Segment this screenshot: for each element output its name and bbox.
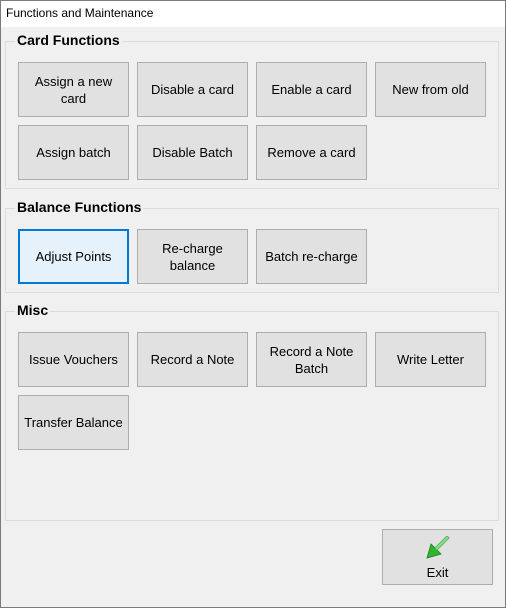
balance-functions-group: Balance Functions Adjust Points Re-charg… bbox=[5, 198, 499, 293]
card-functions-label: Card Functions bbox=[15, 31, 122, 49]
record-note-batch-button[interactable]: Record a Note Batch bbox=[256, 332, 367, 387]
remove-card-button[interactable]: Remove a card bbox=[256, 125, 367, 180]
green-arrow-exit-icon bbox=[425, 536, 450, 559]
assign-batch-button[interactable]: Assign batch bbox=[18, 125, 129, 180]
write-letter-button[interactable]: Write Letter bbox=[375, 332, 486, 387]
assign-new-card-button[interactable]: Assign a new card bbox=[18, 62, 129, 117]
batch-recharge-button[interactable]: Batch re-charge bbox=[256, 229, 367, 284]
record-note-button[interactable]: Record a Note bbox=[137, 332, 248, 387]
window-title: Functions and Maintenance bbox=[1, 1, 505, 27]
misc-label: Misc bbox=[15, 301, 51, 319]
functions-maintenance-window: Functions and Maintenance Card Functions… bbox=[0, 0, 506, 608]
balance-functions-label: Balance Functions bbox=[15, 198, 144, 216]
recharge-balance-button[interactable]: Re-charge balance bbox=[137, 229, 248, 284]
new-from-old-button[interactable]: New from old bbox=[375, 62, 486, 117]
exit-label: Exit bbox=[426, 565, 449, 580]
disable-card-button[interactable]: Disable a card bbox=[137, 62, 248, 117]
exit-button[interactable]: Exit bbox=[382, 529, 493, 585]
transfer-balance-button[interactable]: Transfer Balance bbox=[18, 395, 129, 450]
adjust-points-button[interactable]: Adjust Points bbox=[18, 229, 129, 284]
enable-card-button[interactable]: Enable a card bbox=[256, 62, 367, 117]
card-functions-group: Card Functions Assign a new card Disable… bbox=[5, 31, 499, 189]
misc-group: Misc Issue Vouchers Record a Note Record… bbox=[5, 301, 499, 521]
issue-vouchers-button[interactable]: Issue Vouchers bbox=[18, 332, 129, 387]
disable-batch-button[interactable]: Disable Batch bbox=[137, 125, 248, 180]
